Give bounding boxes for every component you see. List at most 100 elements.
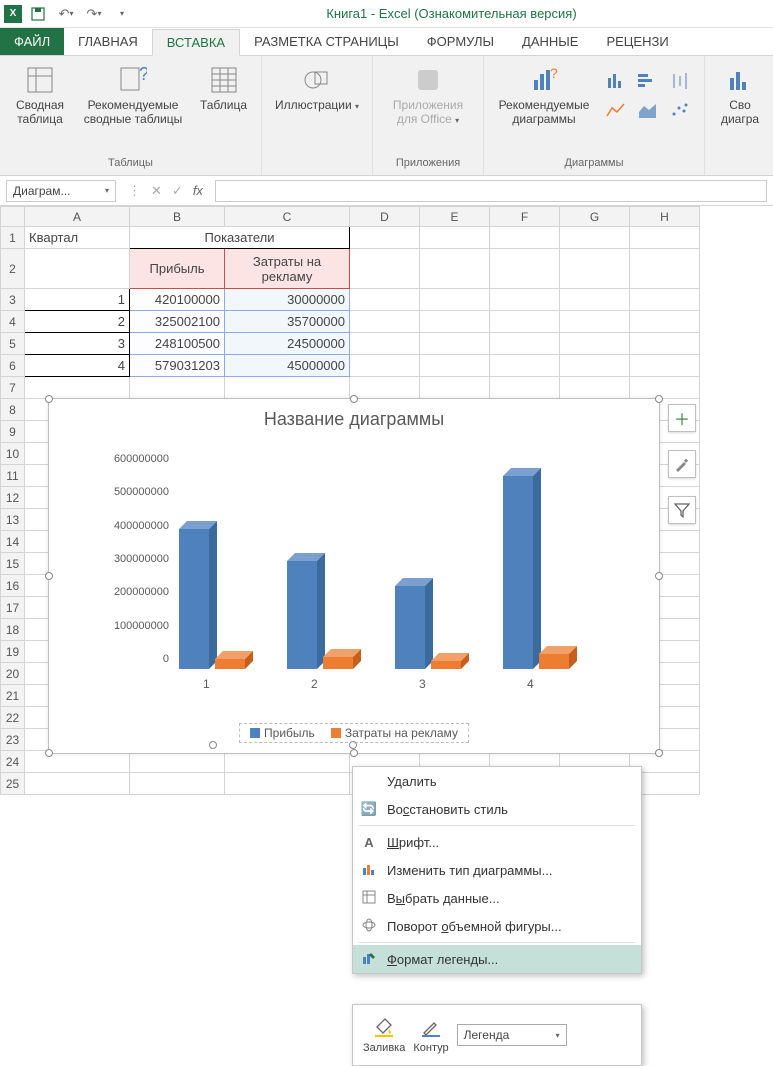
bar-adcost-q4[interactable] <box>539 654 569 669</box>
chevron-down-icon: ▾ <box>105 186 109 195</box>
outline-button[interactable]: Контур <box>413 1017 448 1054</box>
col-header-c[interactable]: C <box>225 207 350 227</box>
legend-handle[interactable] <box>349 741 357 749</box>
chart-column-icon[interactable] <box>602 68 630 94</box>
select-all-corner[interactable] <box>1 207 25 227</box>
row-2[interactable]: 2 Прибыль Затраты на рекламу <box>1 249 700 289</box>
save-icon[interactable] <box>26 3 50 25</box>
chart-elements-button[interactable]: ＋ <box>668 404 696 432</box>
tab-insert[interactable]: ВСТАВКА <box>152 29 240 56</box>
mini-toolbar: Заливка Контур Легенда ▾ <box>352 1004 642 1066</box>
legend-item-adcost: Затраты на рекламу <box>331 726 458 740</box>
tab-review[interactable]: РЕЦЕНЗИ <box>592 28 682 55</box>
resize-handle[interactable] <box>45 749 53 757</box>
fx-icon[interactable]: fx <box>193 183 203 199</box>
pivotchart-label: Сво диагра <box>715 98 765 126</box>
resize-handle[interactable] <box>45 395 53 403</box>
chart-element-select[interactable]: Легенда ▾ <box>457 1024 567 1046</box>
resize-handle[interactable] <box>655 395 663 403</box>
ctx-3d-rotation[interactable]: Поворот объемной фигуры... <box>353 912 641 940</box>
chart-line-icon[interactable] <box>602 98 630 124</box>
enter-formula-icon[interactable]: ✓ <box>172 183 183 199</box>
chart-scatter-icon[interactable] <box>666 98 694 124</box>
col-header-g[interactable]: G <box>560 207 630 227</box>
apps-for-office-button[interactable]: Приложения для Office ▾ <box>383 60 473 126</box>
fill-button[interactable]: Заливка <box>363 1017 405 1054</box>
undo-icon[interactable]: ↶▾ <box>54 3 78 25</box>
bar-profit-q4[interactable] <box>503 476 533 669</box>
title-bar: X ↶▾ ↷▾ ▾ Книга1 - Excel (Ознакомительна… <box>0 0 773 28</box>
col-header-e[interactable]: E <box>420 207 490 227</box>
row-6[interactable]: 6457903120345000000 <box>1 355 700 377</box>
col-header-b[interactable]: B <box>130 207 225 227</box>
bar-profit-q1[interactable] <box>179 529 209 669</box>
qat-customize-icon[interactable]: ▾ <box>110 3 134 25</box>
tab-file[interactable]: ФАЙЛ <box>0 28 64 55</box>
cell-b2[interactable]: Прибыль <box>130 249 225 289</box>
cell-a1[interactable]: Квартал <box>25 227 130 249</box>
row-7[interactable]: 7 <box>1 377 700 399</box>
pivotchart-group-label <box>738 155 741 171</box>
chart-bar-icon[interactable] <box>634 68 662 94</box>
resize-handle[interactable] <box>655 572 663 580</box>
ctx-separator <box>359 942 635 943</box>
resize-handle[interactable] <box>655 749 663 757</box>
ctx-delete[interactable]: Удалить <box>353 767 641 795</box>
plot-area[interactable]: 600000000 500000000 400000000 300000000 … <box>89 459 619 699</box>
window-title: Книга1 - Excel (Ознакомительная версия) <box>134 6 769 21</box>
chart-object[interactable]: Название диаграммы 600000000 500000000 4… <box>48 398 660 754</box>
ribbon-group-illustrations: Иллюстрации ▾ <box>262 56 373 175</box>
chart-legend[interactable]: Прибыль Затраты на рекламу <box>239 723 469 743</box>
row-4[interactable]: 4232500210035700000 <box>1 311 700 333</box>
resize-handle[interactable] <box>350 395 358 403</box>
tab-formulas[interactable]: ФОРМУЛЫ <box>413 28 508 55</box>
bar-adcost-q1[interactable] <box>215 659 245 669</box>
chart-title[interactable]: Название диаграммы <box>49 399 659 434</box>
cell-c2[interactable]: Затраты на рекламу <box>225 249 350 289</box>
chevron-down-icon: ▾ <box>556 1031 560 1040</box>
col-header-d[interactable]: D <box>350 207 420 227</box>
chart-area-icon[interactable] <box>634 98 662 124</box>
recommended-pivot-button[interactable]: ? Рекомендуемые сводные таблицы <box>78 60 188 126</box>
legend-handle[interactable] <box>209 741 217 749</box>
chart-styles-button[interactable] <box>668 450 696 478</box>
name-box[interactable]: Диаграм... ▾ <box>6 180 116 202</box>
font-icon: A <box>359 835 379 850</box>
bar-adcost-q2[interactable] <box>323 657 353 669</box>
ctx-change-chart-type[interactable]: Изменить тип диаграммы... <box>353 856 641 884</box>
col-header-f[interactable]: F <box>490 207 560 227</box>
ctx-font[interactable]: A Шрифт... <box>353 828 641 856</box>
tab-data[interactable]: ДАННЫЕ <box>508 28 592 55</box>
resize-handle[interactable] <box>45 572 53 580</box>
ctx-format-legend[interactable]: Формат легенды... <box>353 945 641 973</box>
y-axis: 600000000 500000000 400000000 300000000 … <box>89 459 169 659</box>
redo-icon[interactable]: ↷▾ <box>82 3 106 25</box>
resize-handle[interactable] <box>350 749 358 757</box>
bar-adcost-q3[interactable] <box>431 661 461 669</box>
cell-bc1[interactable]: Показатели <box>130 227 350 249</box>
row-5[interactable]: 5324810050024500000 <box>1 333 700 355</box>
tab-pagelayout[interactable]: РАЗМЕТКА СТРАНИЦЫ <box>240 28 413 55</box>
cancel-formula-icon[interactable]: ✕ <box>151 183 162 199</box>
row-3[interactable]: 3142010000030000000 <box>1 289 700 311</box>
pivot-table-button[interactable]: Сводная таблица <box>10 60 70 126</box>
row-1[interactable]: 1 Квартал Показатели <box>1 227 700 249</box>
bar-profit-q3[interactable] <box>395 586 425 669</box>
recommended-charts-button[interactable]: ? Рекомендуемые диаграммы <box>494 60 594 126</box>
formula-input[interactable] <box>215 180 767 202</box>
pivotchart-button[interactable]: Сво диагра <box>715 60 765 126</box>
ctx-select-data[interactable]: Выбрать данные... <box>353 884 641 912</box>
tab-home[interactable]: ГЛАВНАЯ <box>64 28 152 55</box>
bar-profit-q2[interactable] <box>287 561 317 669</box>
chart-filters-button[interactable] <box>668 496 696 524</box>
ctx-reset-style[interactable]: 🔄 Восстановить стиль <box>353 795 641 823</box>
table-button[interactable]: Таблица <box>196 60 251 112</box>
illustrations-button[interactable]: Иллюстрации ▾ <box>272 60 362 112</box>
x-tick-label: 2 <box>311 677 318 691</box>
chart-stock-icon[interactable] <box>666 68 694 94</box>
illustrations-label: Иллюстрации ▾ <box>275 98 359 112</box>
ribbon-tabs: ФАЙЛ ГЛАВНАЯ ВСТАВКА РАЗМЕТКА СТРАНИЦЫ Ф… <box>0 28 773 56</box>
col-header-a[interactable]: A <box>25 207 130 227</box>
formula-options-icon[interactable]: ⋮ <box>128 183 141 199</box>
col-header-h[interactable]: H <box>630 207 700 227</box>
